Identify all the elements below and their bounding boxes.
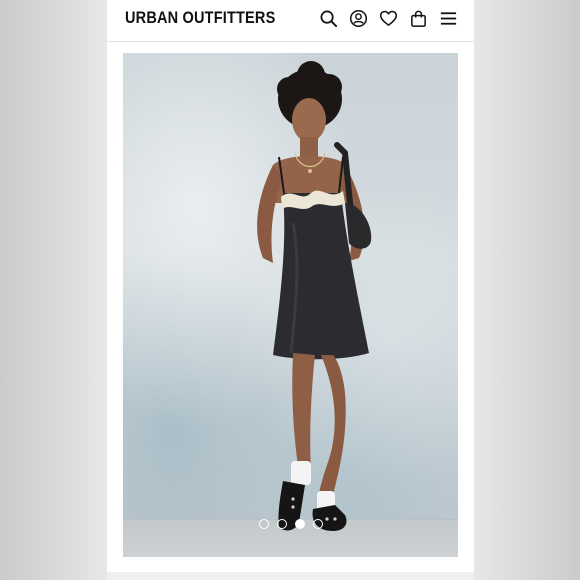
carousel-dot[interactable] bbox=[258, 519, 269, 529]
product-image[interactable] bbox=[123, 53, 458, 557]
menu-icon[interactable] bbox=[439, 9, 458, 28]
letterbox-right bbox=[474, 0, 580, 580]
wishlist-icon[interactable] bbox=[379, 9, 398, 28]
carousel-dot[interactable] bbox=[312, 519, 323, 529]
letterbox-left bbox=[0, 0, 107, 580]
carousel-dot-active[interactable] bbox=[294, 519, 305, 529]
carousel-dot[interactable] bbox=[276, 519, 287, 529]
search-icon[interactable] bbox=[319, 9, 338, 28]
model-photo bbox=[257, 61, 372, 531]
header-icons bbox=[319, 8, 458, 28]
site-header: URBAN OUTFITTERS bbox=[107, 0, 474, 42]
carousel-dots bbox=[123, 519, 458, 529]
brand-logo[interactable]: URBAN OUTFITTERS bbox=[125, 9, 275, 28]
account-icon[interactable] bbox=[349, 9, 368, 28]
product-page: URBAN OUTFITTERS bbox=[107, 0, 474, 580]
bag-icon[interactable] bbox=[409, 9, 428, 28]
bottom-strip bbox=[107, 572, 474, 580]
